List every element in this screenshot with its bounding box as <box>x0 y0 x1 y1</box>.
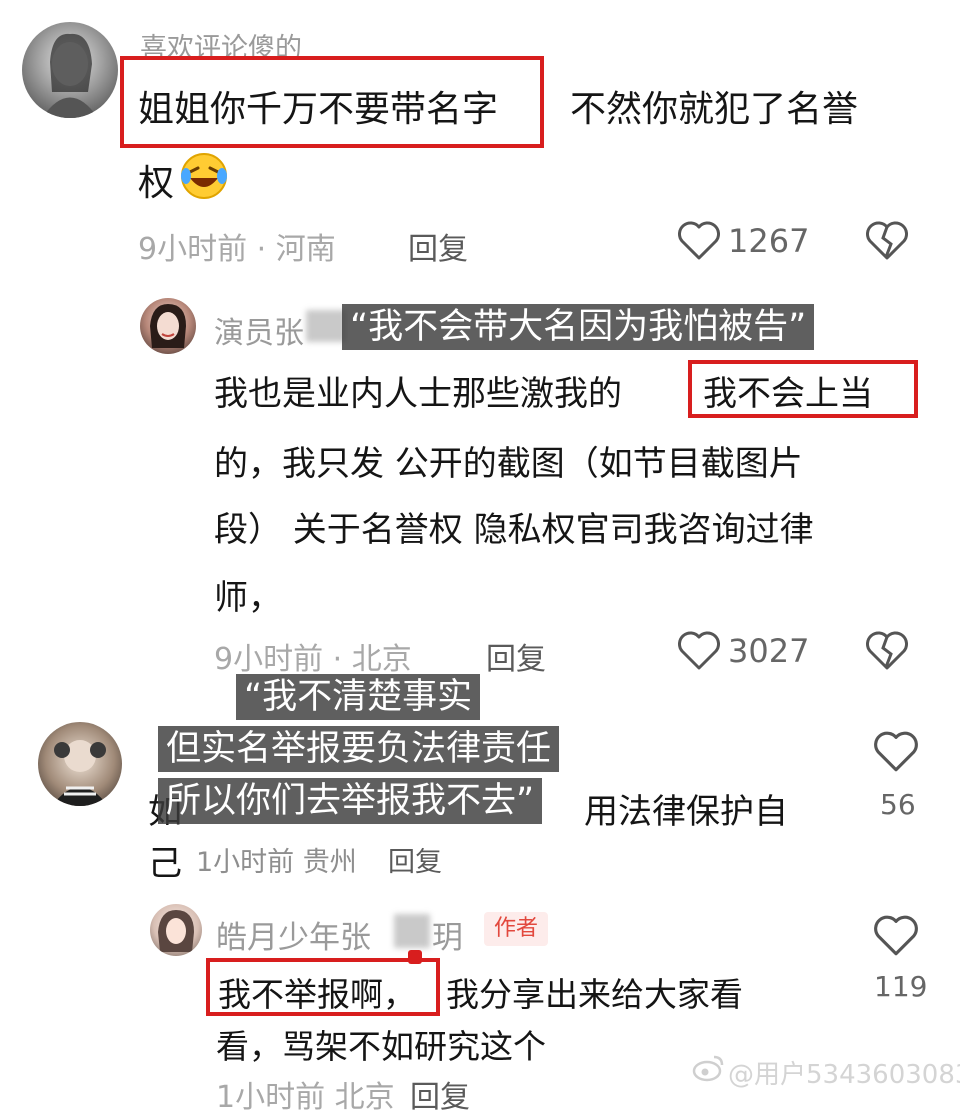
comment-text: 姐姐你千万不要带名字 <box>138 89 499 130</box>
comment-time-location: 1小时前 贵州 <box>196 847 357 878</box>
avatar-image <box>158 910 194 952</box>
comment-time-location: 9小时前 · 河南 <box>138 232 336 267</box>
weibo-logo-icon <box>692 1052 726 1082</box>
like-heart-icon[interactable] <box>676 220 722 262</box>
like-heart-icon[interactable] <box>872 914 920 958</box>
comment-text: 我分享出来给大家看 <box>446 975 743 1014</box>
avatar[interactable] <box>22 22 118 118</box>
comment-time-location: 9小时前 · 北京 <box>214 642 412 677</box>
like-count: 1267 <box>728 222 810 260</box>
dislike-broken-heart-icon[interactable] <box>864 630 910 672</box>
video-caption: “我不会带大名因为我怕被告” <box>342 304 815 350</box>
avatar-image <box>150 304 186 348</box>
video-caption: 但实名举报要负法律责任 <box>158 726 560 772</box>
comment-text: 我不举报啊， <box>218 975 416 1014</box>
like-count: 56 <box>880 788 916 821</box>
comment-text: 段） 关于名誉权 隐私权官司我咨询过律 <box>214 510 814 550</box>
comment-username[interactable]: 皓月少年张 <box>216 912 371 957</box>
comment-text: 不然你就犯了名誉 <box>570 89 859 130</box>
comment-text: 我不会上当 <box>703 374 873 414</box>
author-badge: 作者 <box>484 912 549 946</box>
comment-text: 的，我只发 公开的截图（如节目截图片 <box>214 444 803 484</box>
comment-username[interactable]: 玥 <box>432 912 463 957</box>
like-count: 3027 <box>728 632 810 670</box>
dislike-broken-heart-icon[interactable] <box>864 220 910 262</box>
avatar-image <box>42 33 98 118</box>
like-heart-icon[interactable] <box>872 730 920 774</box>
blurred-name <box>306 310 346 342</box>
reply-button[interactable]: 回复 <box>408 224 468 268</box>
video-caption: 所以你们去举报我不去” <box>158 778 543 824</box>
comment-text: 己 <box>148 844 182 884</box>
reply-button[interactable]: 回复 <box>388 840 442 879</box>
reply-button[interactable]: 回复 <box>410 1072 470 1116</box>
comment-text: 我也是业内人士那些激我的 <box>214 374 622 414</box>
comment-text: 权 <box>138 163 175 204</box>
like-count: 119 <box>874 970 928 1003</box>
comment-text: 看，骂架不如研究这个 <box>216 1027 546 1066</box>
reply-button[interactable]: 回复 <box>486 634 546 678</box>
comment-username[interactable]: 演员张 <box>214 308 304 352</box>
avatar[interactable] <box>150 904 202 956</box>
video-caption: “我不清楚事实 <box>236 674 481 720</box>
blurred-name <box>394 914 430 948</box>
comment-text: 师， <box>214 578 282 618</box>
avatar[interactable] <box>38 722 122 806</box>
avatar-image <box>52 740 108 806</box>
comment-text: 用法律保护自 <box>584 792 788 832</box>
watermark-text: @用户5343603083 <box>728 1060 960 1090</box>
avatar[interactable] <box>140 298 196 354</box>
laughing-emoji-icon <box>178 150 230 202</box>
like-heart-icon[interactable] <box>676 630 722 672</box>
comment-time-location: 1小时前 北京 <box>216 1080 395 1115</box>
